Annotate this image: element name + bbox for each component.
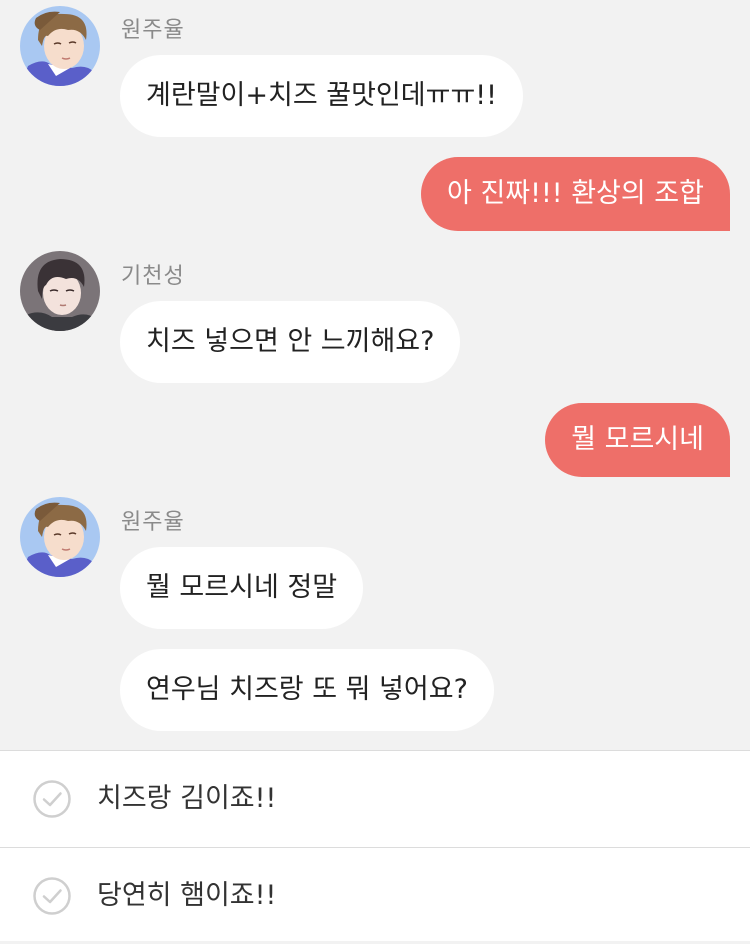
sender-name: 기천성: [121, 264, 185, 289]
chat-area: 원주율 계란말이+치즈 꿀맛인데ㅠㅠ!! 아 진짜!!! 환상의 조합 기천성 …: [0, 0, 750, 750]
avatar-wonjuyul[interactable]: [20, 6, 100, 86]
sender-name: 원주율: [121, 510, 185, 535]
message-bubble-outgoing: 아 진짜!!! 환상의 조합: [421, 157, 730, 231]
message-bubble-incoming: 치즈 넣으면 안 느끼해요?: [120, 301, 461, 383]
avatar-gicheonseong[interactable]: [20, 251, 100, 331]
check-circle-icon: [32, 779, 72, 819]
reply-choice-1[interactable]: 치즈랑 김이죠!!: [0, 751, 750, 847]
message-bubble-outgoing: 뭘 모르시네: [545, 403, 730, 477]
message-bubble-incoming: 계란말이+치즈 꿀맛인데ㅠㅠ!!: [120, 55, 523, 137]
message-bubble-incoming: 뭘 모르시네 정말: [120, 547, 364, 629]
check-circle-icon: [32, 876, 72, 916]
avatar-wonjuyul[interactable]: [20, 497, 100, 577]
message-bubble-incoming: 연우님 치즈랑 또 뭐 넣어요?: [120, 649, 494, 731]
reply-choice-label: 당연히 햄이죠!!: [97, 880, 277, 911]
reply-choice-label: 치즈랑 김이죠!!: [97, 783, 277, 814]
reply-choice-2[interactable]: 당연히 햄이죠!!: [0, 847, 750, 943]
sender-name: 원주율: [121, 18, 185, 43]
reply-choices: 치즈랑 김이죠!! 당연히 햄이죠!!: [0, 750, 750, 941]
